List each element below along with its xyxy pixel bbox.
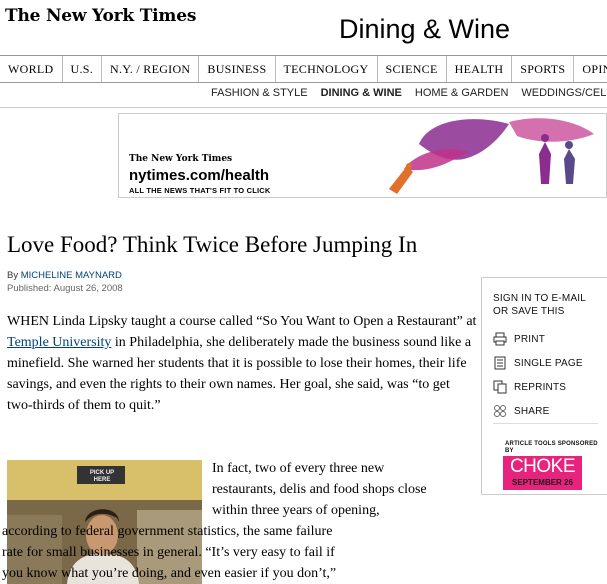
nav-technology[interactable]: TECHNOLOGY (276, 56, 378, 82)
single-page-label: SINGLE PAGE (514, 357, 583, 369)
ad-tagline: ALL THE NEWS THAT'S FIT TO CLICK (129, 186, 271, 195)
nyt-logo[interactable]: The New York Times (5, 6, 196, 26)
author-link[interactable]: MICHELINE MAYNARD (21, 270, 122, 281)
print-button[interactable]: PRINT (493, 332, 545, 346)
para2-line: according to federal government statisti… (2, 524, 333, 539)
ad-url[interactable]: nytimes.com/health (129, 167, 269, 184)
temple-university-link[interactable]: Temple University (7, 335, 111, 350)
sponsor-label: ARTICLE TOOLS SPONSORED BY (505, 441, 598, 454)
article-headline: Love Food? Think Twice Before Jumping In (7, 232, 418, 257)
article-tools: SIGN IN TO E-MAIL OR SAVE THIS PRINT SIN… (481, 277, 607, 495)
subnav-weddings[interactable]: WEDDINGS/CEL (521, 87, 606, 99)
article-paragraph: WHEN Linda Lipsky taught a course called… (7, 311, 477, 416)
nav-health[interactable]: HEALTH (447, 56, 513, 82)
print-icon (493, 332, 507, 346)
nav-sports[interactable]: SPORTS (512, 56, 575, 82)
sponsor-name: CHOKE (509, 456, 576, 477)
byline-prefix: By (7, 270, 21, 281)
ad-banner[interactable]: The New York Times nytimes.com/health AL… (118, 113, 607, 198)
byline: By MICHELINE MAYNARD (7, 270, 122, 281)
ad-logo: The New York Times (129, 154, 233, 164)
nav-business[interactable]: BUSINESS (199, 56, 276, 82)
para2-line: rate for small businesses in general. “I… (2, 545, 335, 560)
reprints-icon (493, 380, 507, 394)
reprints-label: REPRINTS (514, 381, 567, 393)
ad-illustration (389, 118, 594, 194)
para2-line: within three years of opening, (212, 503, 380, 518)
share-icon (494, 405, 506, 417)
subnav-dining-wine[interactable]: DINING & WINE (321, 87, 402, 99)
main-nav: WORLD U.S. N.Y. / REGION BUSINESS TECHNO… (0, 55, 607, 83)
share-button[interactable]: SHARE (493, 404, 549, 418)
tools-divider (493, 423, 598, 424)
nav-opinion[interactable]: OPINION (574, 56, 607, 82)
para2-line: you know what you’re doing, and even eas… (2, 566, 337, 581)
single-page-button[interactable]: SINGLE PAGE (493, 356, 583, 370)
subnav-home-garden[interactable]: HOME & GARDEN (415, 87, 509, 99)
sub-nav: FASHION & STYLE DINING & WINE HOME & GAR… (211, 87, 607, 99)
single-page-icon (494, 356, 506, 370)
nav-ny-region[interactable]: N.Y. / REGION (102, 56, 200, 82)
published-date: Published: August 26, 2008 (7, 283, 123, 294)
nav-science[interactable]: SCIENCE (378, 56, 447, 82)
signin-to-email-link[interactable]: SIGN IN TO E-MAIL OR SAVE THIS (493, 292, 593, 318)
subnav-fashion-style[interactable]: FASHION & STYLE (211, 87, 308, 99)
nav-us[interactable]: U.S. (63, 56, 103, 82)
choke-sponsor-ad[interactable]: CHOKE SEPTEMBER 26 (503, 456, 582, 490)
sponsor-date: SEPTEMBER 26 (512, 478, 573, 487)
share-label: SHARE (514, 405, 550, 417)
print-label: PRINT (514, 333, 545, 345)
para1-text-a: WHEN Linda Lipsky taught a course called… (7, 314, 477, 329)
reprints-button[interactable]: REPRINTS (493, 380, 566, 394)
subnav-divider (0, 107, 607, 108)
nav-world[interactable]: WORLD (0, 56, 63, 82)
section-title: Dining & Wine (339, 14, 511, 44)
photo-sign: PICK UP HERE (89, 470, 115, 483)
